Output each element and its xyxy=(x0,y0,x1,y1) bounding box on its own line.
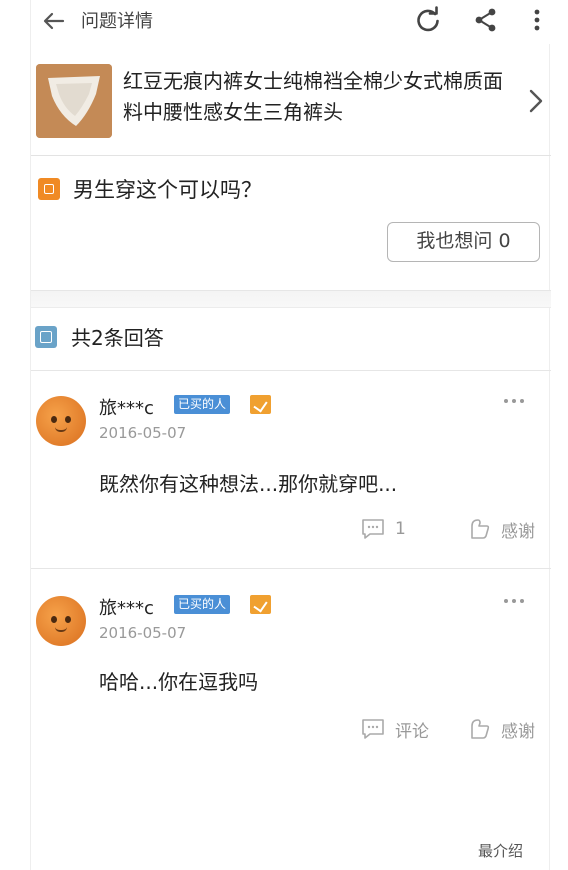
divider xyxy=(31,568,551,569)
answer-content: 哈哈...你在逗我吗 xyxy=(99,670,259,694)
vip-badge-icon xyxy=(250,595,271,614)
thanks-icon xyxy=(471,519,490,539)
product-link[interactable]: 红豆无痕内裤女士纯棉裆全棉少女式棉质面料中腰性感女生三角裤头 xyxy=(31,50,551,150)
share-icon[interactable] xyxy=(471,5,501,35)
comment-button[interactable]: 评论 xyxy=(361,716,429,742)
answers-icon xyxy=(35,326,57,348)
divider xyxy=(31,155,551,156)
vip-badge-icon xyxy=(250,395,271,414)
answer-item: 旅***c 已买的人 2016-05-07 既然你有这种想法...那你就穿吧..… xyxy=(31,372,551,562)
thanks-button[interactable]: 感谢 xyxy=(467,516,535,542)
chevron-right-icon[interactable] xyxy=(526,86,546,116)
answer-date: 2016-05-07 xyxy=(99,624,187,642)
thanks-icon xyxy=(471,719,490,739)
avatar[interactable] xyxy=(36,396,86,446)
thanks-label: 感谢 xyxy=(501,521,535,542)
product-name[interactable]: 红豆无痕内裤女士纯棉裆全棉少女式棉质面料中腰性感女生三角裤头 xyxy=(123,66,513,128)
comment-icon xyxy=(362,719,384,739)
more-horizontal-icon[interactable] xyxy=(503,396,525,406)
question-icon xyxy=(38,178,60,200)
divider xyxy=(31,370,551,371)
watermark: 最介绍 xyxy=(478,842,524,860)
page-title: 问题详情 xyxy=(81,11,153,32)
top-bar: 问题详情 xyxy=(31,0,551,44)
refresh-icon[interactable] xyxy=(413,5,443,35)
app-frame: 问题详情 红豆无痕内裤女士纯棉裆全棉少女式棉质面料中腰性感女生三角裤头 男生穿这… xyxy=(30,0,551,870)
thanks-button[interactable]: 感谢 xyxy=(467,716,535,742)
answers-count: 共2条回答 xyxy=(71,326,164,350)
more-vertical-icon[interactable] xyxy=(527,5,547,35)
comment-icon xyxy=(362,519,384,539)
answer-item: 旅***c 已买的人 2016-05-07 哈哈...你在逗我吗 评论 感谢 xyxy=(31,572,551,762)
more-horizontal-icon[interactable] xyxy=(503,596,525,606)
product-thumbnail xyxy=(36,64,112,138)
avatar[interactable] xyxy=(36,596,86,646)
username[interactable]: 旅***c xyxy=(99,594,154,620)
answer-content: 既然你有这种想法...那你就穿吧... xyxy=(99,472,398,496)
comment-label: 1 xyxy=(395,519,406,539)
buyer-badge: 已买的人 xyxy=(174,395,231,414)
question-text: 男生穿这个可以吗？ xyxy=(73,178,262,202)
ask-too-button[interactable]: 我也想问 0 xyxy=(387,222,540,262)
comment-label: 评论 xyxy=(395,721,429,742)
username[interactable]: 旅***c xyxy=(99,394,154,420)
comment-button[interactable]: 1 xyxy=(361,516,406,542)
thanks-label: 感谢 xyxy=(501,721,535,742)
section-gap xyxy=(31,290,551,308)
back-arrow-icon[interactable] xyxy=(39,6,69,36)
buyer-badge: 已买的人 xyxy=(174,595,231,614)
answer-date: 2016-05-07 xyxy=(99,424,187,442)
